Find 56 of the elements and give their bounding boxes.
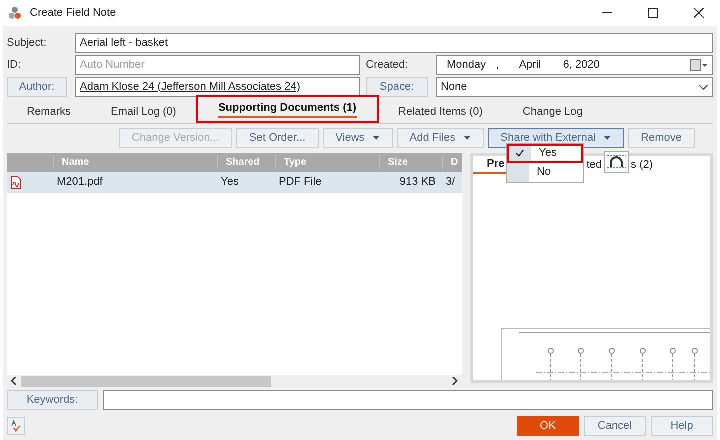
keywords-field[interactable] <box>103 390 713 410</box>
check-icon <box>516 150 524 157</box>
space-dropdown[interactable]: None <box>436 77 713 97</box>
table-row[interactable]: M201.pdf Yes PDF File 913 KB 3/ <box>7 172 462 193</box>
toolbar-button[interactable]: Remove <box>628 128 695 148</box>
author-link[interactable]: Adam Klose 24 (Jefferson Mill Associates 24) <box>80 78 301 96</box>
menu-item[interactable]: Yes <box>507 144 583 163</box>
table-cell-text: Yes <box>220 175 240 190</box>
tab-label: ted <box>586 158 602 173</box>
spellcheck-button[interactable] <box>7 417 25 435</box>
date-part: 6, 2020 <box>563 58 600 73</box>
tab-label: s (2) <box>631 158 654 173</box>
caret-icon <box>372 136 380 140</box>
caret-icon <box>604 136 612 140</box>
toolbar-button[interactable]: Add Files <box>396 128 484 148</box>
author-button[interactable]: Author: <box>7 77 67 97</box>
menu-item[interactable]: No <box>507 163 583 182</box>
date-part: Monday <box>447 58 486 73</box>
dialog-button[interactable]: OK <box>517 416 579 436</box>
date-part: April <box>519 58 542 73</box>
table-cell-text: 913 KB <box>398 175 437 190</box>
tab-label: Pre <box>487 156 505 172</box>
field-label: ID: <box>7 58 22 73</box>
toolbar-button[interactable]: Set Order... <box>236 128 319 148</box>
author-field[interactable]: Adam Klose 24 (Jefferson Mill Associates 24) <box>75 77 360 97</box>
spellcheck-icon <box>11 420 21 432</box>
caret-icon <box>464 136 471 140</box>
tab[interactable]: Change Log <box>502 101 603 123</box>
window-title: Create Field Note <box>30 6 116 21</box>
scroll-right-icon[interactable] <box>452 377 458 385</box>
tab[interactable]: Related Items (0) <box>378 101 503 123</box>
calendar-icon[interactable] <box>690 59 708 71</box>
date-part: , <box>496 58 500 73</box>
field-label: Created: <box>366 58 410 73</box>
subject-field[interactable]: Aerial left - basket <box>75 33 713 53</box>
tab[interactable]: Email Log (0) <box>91 101 196 123</box>
id-field[interactable]: Auto Number <box>75 55 360 75</box>
tab[interactable]: Remarks <box>7 101 92 123</box>
field-label: Subject: <box>7 36 48 51</box>
app-logo-icon <box>8 6 22 20</box>
close-icon[interactable] <box>694 8 704 18</box>
dialog-button[interactable]: Help <box>651 416 713 436</box>
toolbar-button[interactable]: Views <box>322 128 393 148</box>
table-cell-text: M201.pdf <box>56 175 104 190</box>
pdf-file-icon <box>11 176 21 189</box>
space-button[interactable]: Space: <box>366 77 428 97</box>
table-cell-text: 3/ <box>445 175 456 190</box>
maximize-icon[interactable] <box>648 8 658 18</box>
date-field[interactable]: Monday , April 6, 2020 <box>436 55 713 75</box>
table-cell-text: PDF File <box>278 175 323 190</box>
dialog-button[interactable]: Cancel <box>584 416 646 436</box>
scroll-left-icon[interactable] <box>11 377 17 385</box>
chevron-icon <box>699 84 708 90</box>
tab[interactable]: Supporting Documents (1) <box>196 95 379 123</box>
scrollbar-thumb[interactable] <box>21 376 271 386</box>
keywords-label: Keywords: <box>7 390 98 410</box>
